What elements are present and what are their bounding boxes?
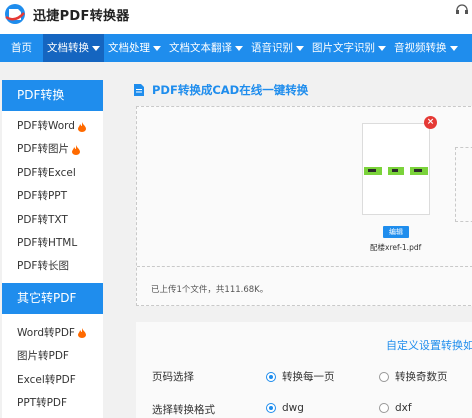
nav-item-label: 文档处理 [108,42,150,54]
chevron-down-icon [235,45,243,51]
page-select-label: 页码选择 [152,371,194,383]
sidebar-item-label: 图片转PDF [17,350,69,363]
nav-item-label: 文档转换 [47,42,89,54]
nav-item-6[interactable]: 音视频转换 [390,34,462,62]
sidebar-item-label: Excel转PDF [17,373,76,386]
nav-item-label: 语音识别 [251,42,293,54]
sidebar-section-other-to-pdf[interactable]: 其它转PDF [2,282,103,314]
sidebar-item-label: PDF转图片 [17,143,69,156]
brand-name[interactable]: 迅捷PDF转换器 [33,5,130,24]
radio-convert-odd-pages[interactable]: 转换奇数页 [379,369,448,384]
sidebar-item[interactable]: PDF转HTML [2,232,103,255]
nav-item-label: 图片文字识别 [312,42,375,54]
radio-dot [266,371,276,382]
nav-item-label: 文档文本翻译 [169,42,232,54]
file-name: 配楼xref-1.pdf [370,243,422,252]
chevron-down-icon [378,45,386,51]
radio-format-dxf[interactable]: dxf [379,402,412,414]
sidebar-item-label: PDF转Word [17,120,75,132]
nav-item-1[interactable]: 文档转换 [43,34,104,62]
sidebar-item[interactable]: 图片转PDF [2,345,103,368]
add-file-slot[interactable] [455,147,472,222]
page-title: PDF转换成CAD在线一键转换 [134,82,308,98]
nav-item-2[interactable]: 文档处理 [104,34,165,62]
cad-preview-icon [364,167,428,175]
sidebar-item-label: Word转PDF [17,326,75,339]
sidebar-item-label: PDF转TXT [17,213,68,226]
radio-label: dwg [282,402,304,414]
sidebar-item-label: PDF转HTML [17,236,78,249]
main-nav: 首页 文档转换 文档处理 文档文本翻译 语音识别 图片文字识别 音视频转换 [0,34,472,62]
sidebar-item-label: PPT转PDF [17,396,68,409]
radio-dot [379,403,389,413]
sidebar-item[interactable]: PPT转PDF [2,392,103,415]
chevron-down-icon [296,45,304,51]
sidebar-section-pdf-convert[interactable]: PDF转换 [2,80,103,111]
sidebar-item[interactable]: Word转PDF [2,322,103,345]
page-title-text: PDF转换成CAD在线一键转换 [152,83,309,97]
file-thumbnail[interactable] [362,123,430,215]
nav-item-3[interactable]: 文档文本翻译 [165,34,247,62]
chevron-down-icon [449,45,458,51]
radio-label: 转换奇数页 [395,371,448,383]
sidebar-item[interactable]: PDF转PPT [2,185,103,208]
radio-dot [379,371,389,382]
sidebar-item[interactable]: PDF转TXT [2,209,103,232]
radio-convert-every-page[interactable]: 转换每一页 [266,369,335,384]
conversion-options: 自定义设置转换如 页码选择 转换每一页 转换奇数页 选择转换格式 dwg dxf [136,322,472,418]
chevron-down-icon [92,45,100,51]
sidebar-item[interactable]: PDF转图片 [2,138,103,161]
nav-item-label: 音视频转换 [394,42,447,54]
format-select-label: 选择转换格式 [152,404,215,416]
nav-item-4[interactable]: 语音识别 [247,34,308,62]
sidebar-item-label: PDF转长图 [17,260,69,273]
nav-item-5[interactable]: 图片文字识别 [308,34,390,62]
headset-icon[interactable] [455,2,469,16]
upload-summary: 已上传1个文件，共111.68K。 [151,285,269,295]
sidebar-item[interactable]: PDF转Word [2,115,103,138]
nav-item-0[interactable]: 首页 [0,34,43,62]
sidebar: PDF转换 PDF转Word PDF转图片 PDF转Excel PDF转PPT PDF转… [2,80,103,418]
radio-dot [266,403,276,413]
flame-icon [71,145,80,156]
custom-settings-link[interactable]: 自定义设置转换如 [386,337,472,353]
sidebar-item[interactable]: PDF转长图 [2,255,103,278]
radio-label: 转换每一页 [282,371,335,383]
radio-format-dwg[interactable]: dwg [266,402,304,414]
sidebar-item[interactable]: Excel转PDF [2,369,103,392]
radio-label: dxf [395,402,412,414]
edit-file-button[interactable]: 编辑 [383,226,409,238]
top-header: 迅捷PDF转换器 [0,0,472,34]
flame-icon [77,121,86,132]
flame-icon [77,328,86,339]
remove-file-button[interactable]: × [424,116,437,129]
app-window: 迅捷PDF转换器 首页 文档转换 文档处理 文档文本翻译 语音识别 图片文字识别 音视频转换… [0,0,472,418]
sidebar-item-label: PDF转PPT [17,190,68,203]
upload-area[interactable]: × 编辑 配楼xref-1.pdf 已上传1个文件，共111.68K。 [136,106,472,306]
brand-logo-icon[interactable] [2,3,28,25]
sidebar-item[interactable]: PDF转Excel [2,162,103,185]
sidebar-item-label: PDF转Excel [17,166,76,179]
chevron-down-icon [153,45,161,51]
nav-item-label: 首页 [11,42,32,54]
document-icon [134,84,144,96]
